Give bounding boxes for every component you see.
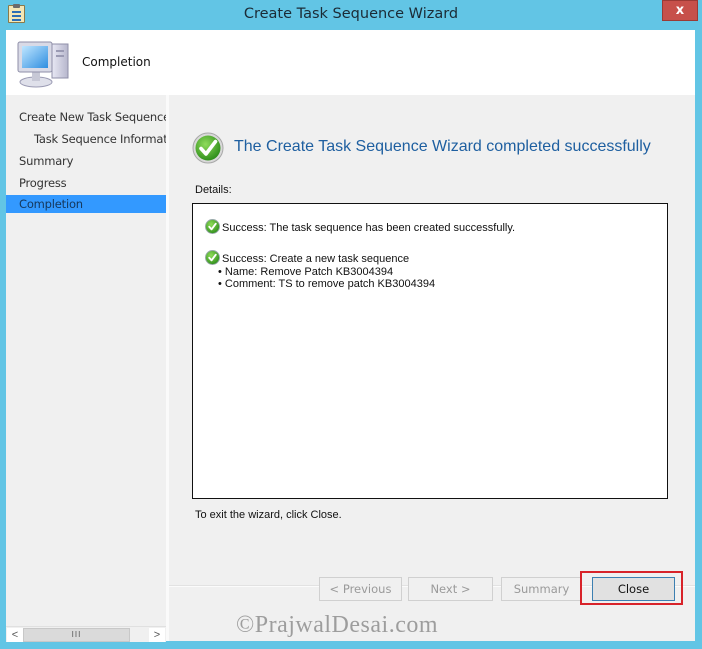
bullet-text: Name: Remove Patch KB3004394: [224, 266, 394, 278]
scroll-left-button[interactable]: <: [7, 628, 23, 642]
nav-item-progress[interactable]: Progress: [6, 174, 166, 192]
wizard-nav: Create New Task Sequence Task Sequence I…: [6, 95, 166, 642]
window-close-button[interactable]: x: [662, 0, 698, 21]
window-title: Create Task Sequence Wizard: [243, 6, 459, 22]
next-button[interactable]: Next >: [408, 577, 493, 601]
computer-icon: [17, 41, 69, 88]
completion-headline: The Create Task Sequence Wizard complete…: [234, 138, 651, 155]
wizard-header: Completion: [6, 30, 695, 95]
close-button-highlight: [580, 571, 683, 605]
nav-horizontal-scrollbar[interactable]: < III >: [6, 626, 166, 642]
nav-item-task-sequence-information[interactable]: Task Sequence Information: [6, 130, 166, 148]
wizard-client: Completion Create New Task Sequence Task…: [6, 30, 695, 642]
title-bar: Create Task Sequence Wizard x: [0, 0, 702, 30]
summary-button[interactable]: Summary: [501, 577, 582, 601]
detail-bullet: • Name: Remove Patch KB3004394: [218, 266, 394, 278]
watermark: ©PrajwalDesai.com: [236, 612, 439, 638]
detail-row: Success: Create a new task sequence: [205, 250, 409, 265]
page-title: Completion: [82, 55, 151, 69]
nav-item-create-new-task-sequence[interactable]: Create New Task Sequence: [6, 108, 166, 126]
nav-item-summary[interactable]: Summary: [6, 152, 166, 170]
success-check-icon: [205, 250, 220, 265]
detail-row: Success: The task sequence has been crea…: [205, 219, 515, 234]
details-label: Details:: [195, 184, 232, 196]
detail-text: Success: Create a new task sequence: [222, 253, 410, 265]
details-box: Success: The task sequence has been crea…: [192, 203, 668, 499]
success-check-icon: [205, 219, 220, 234]
detail-bullet: • Comment: TS to remove patch KB3004394: [218, 278, 436, 290]
detail-text: Success: The task sequence has been crea…: [222, 222, 516, 234]
exit-instructions: To exit the wizard, click Close.: [195, 509, 342, 521]
scroll-thumb[interactable]: III: [23, 628, 130, 642]
wizard-window: Create Task Sequence Wizard x Completion…: [0, 0, 702, 649]
success-check-icon: [192, 132, 224, 164]
previous-button[interactable]: < Previous: [319, 577, 402, 601]
wizard-content: The Create Task Sequence Wizard complete…: [169, 95, 695, 585]
scroll-right-button[interactable]: >: [149, 628, 165, 642]
bullet-text: Comment: TS to remove patch KB3004394: [224, 278, 436, 290]
nav-item-completion[interactable]: Completion: [6, 195, 166, 213]
